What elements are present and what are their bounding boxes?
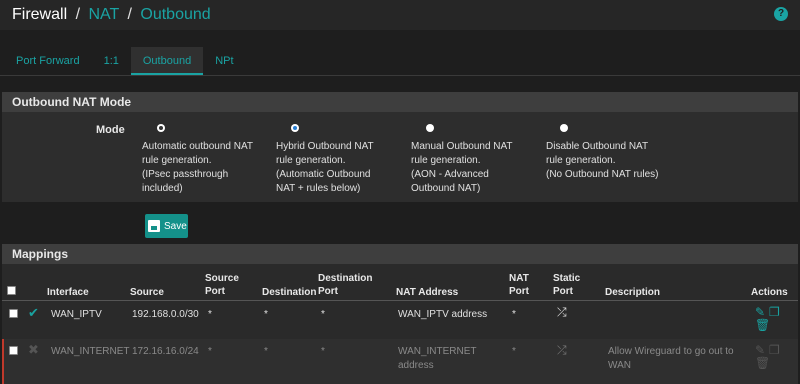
nat-address-line: WAN_INTERNET [398, 346, 477, 357]
radio-manual[interactable] [426, 124, 434, 132]
row-source-port: * [208, 346, 212, 357]
breadcrumb-separator: / [75, 6, 81, 23]
col-destination[interactable]: Destination [262, 286, 316, 299]
save-icon [148, 220, 160, 232]
col-label-line: Static [553, 273, 581, 284]
save-label: Save [164, 220, 187, 232]
option-line: rule generation. [411, 155, 481, 166]
tab-npt[interactable]: NPt [203, 47, 245, 75]
option-line: rule generation. [546, 155, 616, 166]
option-line: (AON - Advanced [411, 169, 489, 180]
row-checkbox[interactable] [9, 346, 18, 355]
mode-option-text: Automatic outbound NAT rule generation. … [142, 140, 272, 196]
edit-pencil-icon[interactable]: ✎ [755, 305, 765, 319]
col-label-line: Port [553, 286, 573, 297]
mode-label: Mode [96, 124, 125, 136]
row-checkbox[interactable] [9, 309, 18, 318]
radio-disable[interactable] [560, 124, 568, 132]
mode-panel: Mode Automatic outbound NAT rule generat… [2, 112, 798, 202]
col-dest-port[interactable]: Destination Port [318, 272, 372, 298]
col-label-line: NAT [509, 273, 529, 284]
row-nat-port: * [512, 309, 516, 320]
enabled-check-icon[interactable]: ✔ [28, 305, 39, 321]
row-interface: WAN_IPTV [51, 309, 102, 320]
col-nat-address[interactable]: NAT Address [396, 286, 458, 299]
option-line: rule generation. [276, 155, 346, 166]
tab-one-to-one[interactable]: 1:1 [92, 47, 131, 75]
option-line: Automatic outbound NAT [142, 141, 253, 152]
top-bar: Firewall / NAT / Outbound ? [0, 0, 800, 30]
col-label-line: Destination [318, 273, 373, 284]
option-line: Manual Outbound NAT [411, 141, 513, 152]
help-icon[interactable]: ? [774, 7, 788, 21]
mode-option-text: Manual Outbound NAT rule generation. (AO… [411, 140, 541, 196]
breadcrumb-nat[interactable]: NAT [88, 6, 119, 23]
option-line: (No Outbound NAT rules) [546, 169, 659, 180]
col-nat-port[interactable]: NAT Port [509, 272, 529, 298]
col-label-line: Port [205, 286, 225, 297]
save-button[interactable]: Save [145, 214, 188, 238]
row-destination: * [264, 309, 268, 320]
row-source-port: * [208, 309, 212, 320]
mode-option-text: Disable Outbound NAT rule generation. (N… [546, 140, 676, 182]
option-line: included) [142, 183, 183, 194]
option-line: rule generation. [142, 155, 212, 166]
tab-outbound[interactable]: Outbound [130, 47, 204, 75]
row-dest-port: * [321, 346, 325, 357]
breadcrumb: Firewall / NAT / Outbound [12, 6, 211, 24]
row-source: 192.168.0.0/30 [132, 309, 199, 320]
row-destination: * [264, 346, 268, 357]
col-static-port[interactable]: Static Port [553, 272, 580, 298]
copy-icon[interactable]: ❐ [769, 343, 780, 357]
static-port-shuffle-icon: ⤮ [557, 343, 567, 357]
mode-option-text: Hybrid Outbound NAT rule generation. (Au… [276, 140, 406, 196]
nat-tabs: Port Forward 1:1 Outbound NPt [4, 47, 246, 75]
breadcrumb-firewall[interactable]: Firewall [12, 6, 67, 23]
col-label-line: Port [318, 286, 338, 297]
col-description[interactable]: Description [605, 286, 660, 299]
col-label-line: Port [509, 286, 529, 297]
col-interface[interactable]: Interface [47, 286, 89, 299]
copy-icon[interactable]: ❐ [769, 305, 780, 319]
breadcrumb-outbound[interactable]: Outbound [140, 6, 210, 23]
row-interface: WAN_INTERNET [51, 346, 130, 357]
select-all-checkbox[interactable] [7, 286, 16, 295]
option-line: Outbound NAT) [411, 183, 481, 194]
option-line: (IPsec passthrough [142, 169, 229, 180]
row-nat-address: WAN_IPTV address [398, 309, 488, 320]
row-dest-port: * [321, 309, 325, 320]
mode-panel-title: Outbound NAT Mode [2, 92, 798, 112]
option-line: (Automatic Outbound [276, 169, 371, 180]
disabled-x-icon[interactable]: ✖ [28, 342, 39, 358]
tab-port-forward[interactable]: Port Forward [4, 47, 92, 75]
description-line: Allow Wireguard to go out to [608, 346, 734, 357]
breadcrumb-separator: / [127, 6, 132, 23]
row-nat-address: WAN_INTERNET address [398, 345, 477, 373]
trash-icon[interactable]: 🗑 [755, 318, 770, 332]
mappings-title: Mappings [2, 244, 798, 264]
static-port-shuffle-icon: ⤮ [557, 305, 567, 319]
col-source[interactable]: Source [130, 286, 164, 299]
edit-pencil-icon[interactable]: ✎ [755, 343, 765, 357]
radio-hybrid[interactable] [291, 124, 299, 132]
nat-address-line: address [398, 360, 434, 371]
option-line: Hybrid Outbound NAT [276, 141, 374, 152]
option-line: NAT + rules below) [276, 183, 361, 194]
col-label-line: Source [205, 273, 239, 284]
col-source-port[interactable]: Source Port [205, 272, 239, 298]
description-line: WAN [608, 360, 631, 371]
row-nat-port: * [512, 346, 516, 357]
radio-automatic[interactable] [157, 124, 165, 132]
option-line: Disable Outbound NAT [546, 141, 649, 152]
col-actions: Actions [751, 287, 788, 298]
row-source: 172.16.16.0/24 [132, 346, 199, 357]
row-description: Allow Wireguard to go out to WAN [608, 345, 734, 373]
trash-icon[interactable]: 🗑 [755, 356, 770, 370]
tabs-divider [0, 75, 800, 76]
